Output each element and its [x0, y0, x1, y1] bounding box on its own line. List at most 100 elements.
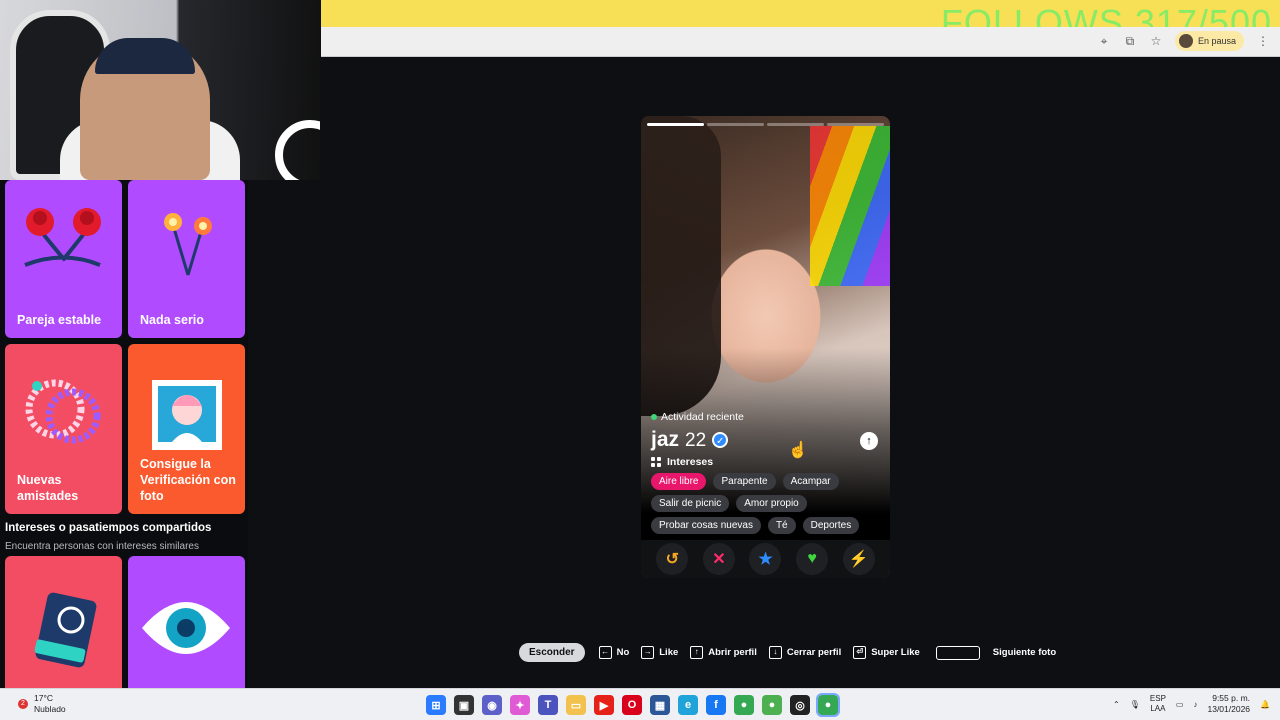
- photo-progress-segment: [707, 123, 764, 126]
- microphone-icon[interactable]: 🎙: [1130, 700, 1140, 709]
- chrome-active-icon[interactable]: ●: [816, 693, 840, 717]
- shortcut-label: Cerrar perfil: [786, 647, 842, 658]
- temperature: 17°C: [34, 693, 53, 703]
- photo-progress: [647, 123, 884, 126]
- browser-address-bar: ⌖ ⧉ ☆ En pausa ⋮: [321, 27, 1280, 57]
- store-icon[interactable]: ▦: [650, 695, 670, 715]
- shortcut-item: ← No: [598, 646, 630, 659]
- interest-chip: Aire libre: [651, 473, 707, 490]
- photo-progress-segment: [647, 123, 704, 126]
- file-explorer-icon[interactable]: ▭: [566, 695, 586, 715]
- copilot-icon[interactable]: ✦: [510, 695, 530, 715]
- network-icon[interactable]: ▭: [1176, 700, 1184, 709]
- system-tray: ⌃ 🎙 ESP LAA ▭ ♪ 9:55 p. m. 13/01/2026 🔔: [1113, 693, 1270, 715]
- tile-nuevas-amistades[interactable]: Nuevas amistades: [5, 344, 122, 514]
- profile-name: jaz: [651, 428, 680, 451]
- install-app-icon[interactable]: ⧉: [1123, 34, 1137, 49]
- stream-banner: FOLLOWS 317/500: [321, 0, 1280, 43]
- nope-button[interactable]: ✕: [702, 543, 735, 575]
- language-indicator[interactable]: ESP LAA: [1150, 694, 1166, 714]
- rewind-button[interactable]: ↺: [656, 543, 689, 575]
- tile-label: Consigue la Verificación con foto: [140, 457, 236, 503]
- shortcut-list: ← No → Like ↑ Abrir perfil ↓ Cerrar perfil ⏎ Supe…: [598, 646, 920, 659]
- hide-shortcuts-button[interactable]: Esconder: [519, 643, 585, 662]
- sparklers-icon: [164, 213, 212, 276]
- grid-icon: [651, 457, 661, 467]
- show-hidden-icons-chevron-icon[interactable]: ⌃: [1113, 700, 1120, 709]
- notification-badge: 2: [18, 699, 28, 709]
- youtube-icon[interactable]: ▶: [594, 695, 614, 715]
- rainbow-background: [810, 126, 890, 286]
- browser-toolbar-icons: ⌖ ⧉ ☆ En pausa ⋮: [1097, 31, 1280, 51]
- tile-eye[interactable]: [128, 556, 245, 688]
- streamer-cap: [95, 38, 195, 74]
- boost-button[interactable]: ⚡: [842, 543, 875, 575]
- weather-condition: Nublado: [34, 704, 66, 714]
- shortcuts-bar: Esconder ← No → Like ↑ Abrir perfil ↓ Cerrar pe…: [519, 643, 1056, 662]
- location-icon[interactable]: ⌖: [1097, 34, 1111, 49]
- like-button[interactable]: ♥: [796, 543, 829, 575]
- tile-passport[interactable]: [5, 556, 122, 688]
- shortcut-label: Siguiente foto: [992, 647, 1057, 658]
- interest-chip: Parapente: [713, 473, 776, 490]
- profile-age: 22: [685, 430, 707, 451]
- profile-card[interactable]: Actividad reciente jaz 22 ✓ ↑ Intereses …: [641, 116, 890, 578]
- arrow-key-icon: ⏎: [853, 646, 867, 659]
- shortcut-label: Abrir perfil: [708, 647, 757, 658]
- photo-progress-segment: [767, 123, 824, 126]
- chrome-icon[interactable]: ●: [734, 695, 754, 715]
- windows-taskbar: 2 17°C Nublado ⊞ ▣ ◉ ✦ T ▭ ▶ O ▦ e f ● ●…: [0, 688, 1280, 720]
- start-menu-icon[interactable]: ⊞: [426, 695, 446, 715]
- arrow-key-icon: ↓: [768, 646, 782, 659]
- shortcut-item: ⏎ Super Like: [853, 646, 920, 659]
- facebook-icon[interactable]: f: [706, 695, 726, 715]
- interest-chip: Acampar: [782, 473, 839, 490]
- shortcut-item: ↑ Abrir perfil: [690, 646, 757, 659]
- photo-progress-segment: [827, 123, 884, 126]
- webcam-overlay: [0, 0, 320, 180]
- interest-chips: Aire libre Parapente Acampar Salir de picni…: [651, 473, 883, 534]
- opera-icon[interactable]: O: [622, 695, 642, 715]
- shortcut-next-photo: Siguiente foto: [932, 645, 1057, 660]
- notifications-bell-icon[interactable]: 🔔: [1260, 700, 1270, 709]
- browser-menu-icon[interactable]: ⋮: [1256, 34, 1270, 48]
- shortcut-label: Like: [659, 647, 679, 658]
- arrow-key-icon: →: [641, 646, 655, 659]
- tile-verificacion-foto[interactable]: Consigue la Verificación con foto: [128, 344, 245, 514]
- chat-icon[interactable]: ◉: [482, 695, 502, 715]
- weather-widget[interactable]: 2 17°C Nublado: [18, 693, 66, 715]
- hand-cursor-icon: ☝: [788, 442, 808, 459]
- eye-icon: [142, 602, 230, 654]
- chrome-profile-icon[interactable]: ●: [762, 695, 782, 715]
- section-subtitle: Encuentra personas con intereses similar…: [5, 541, 199, 552]
- lang-code: ESP: [1149, 694, 1166, 703]
- activity-label: Actividad reciente: [661, 411, 744, 423]
- profile-status-label: En pausa: [1197, 36, 1236, 46]
- shortcut-label: No: [616, 647, 630, 658]
- tile-pareja-estable[interactable]: Pareja estable: [5, 180, 122, 338]
- volume-icon[interactable]: ♪: [1193, 700, 1197, 709]
- time: 9:55 p. m.: [1212, 693, 1251, 703]
- teams-icon[interactable]: T: [538, 695, 558, 715]
- clock[interactable]: 9:55 p. m. 13/01/2026: [1207, 693, 1250, 715]
- edge-icon[interactable]: e: [678, 695, 698, 715]
- shortcut-item: ↓ Cerrar perfil: [768, 646, 842, 659]
- interest-chip: Salir de picnic: [651, 495, 730, 512]
- open-profile-arrow-icon[interactable]: ↑: [860, 432, 878, 450]
- tile-label: Pareja estable: [17, 313, 102, 327]
- bookmark-star-icon[interactable]: ☆: [1149, 34, 1163, 48]
- tile-label: Nuevas amistades: [17, 473, 79, 503]
- interests-header: Intereses: [651, 456, 713, 468]
- action-buttons: ↺ ✕ ★ ♥ ⚡: [641, 540, 890, 578]
- super-like-button[interactable]: ★: [749, 543, 782, 575]
- date: 13/01/2026: [1207, 704, 1251, 714]
- tile-nada-serio[interactable]: Nada serio: [128, 180, 245, 338]
- profile-paused-button[interactable]: En pausa: [1174, 31, 1244, 51]
- shortcut-item: → Like: [641, 646, 678, 659]
- task-view-icon[interactable]: ▣: [454, 695, 474, 715]
- obs-icon[interactable]: ◎: [790, 695, 810, 715]
- profile-avatar: [1178, 34, 1193, 48]
- roses-icon: [24, 208, 101, 267]
- section-title: Intereses o pasatiempos compartidos: [5, 522, 212, 534]
- friendship-bracelets-icon: [25, 379, 101, 444]
